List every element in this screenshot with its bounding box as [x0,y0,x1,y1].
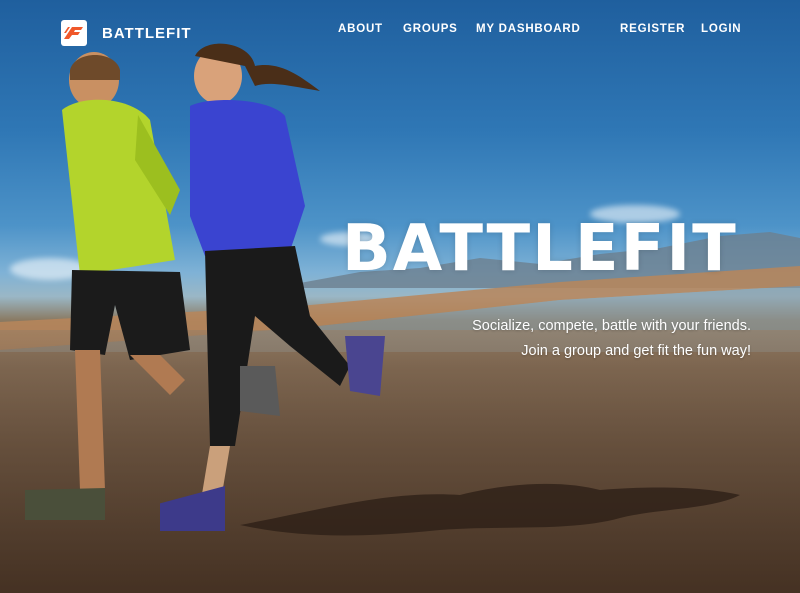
nav-links: ABOUT GROUPS MY DASHBOARD REGISTER LOGIN [0,23,800,39]
nav-about-link[interactable]: ABOUT [338,23,383,35]
hero-subtagline: Join a group and get fit the fun way! [521,343,751,359]
hero-tagline: Socialize, compete, battle with your fri… [472,318,751,334]
nav-dashboard-link[interactable]: MY DASHBOARD [476,23,581,35]
top-navigation: BATTLEFIT ABOUT GROUPS MY DASHBOARD REGI… [0,0,800,62]
hero-title: BATTLEFIT [342,212,738,286]
nav-login-link[interactable]: LOGIN [701,23,741,35]
nav-groups-link[interactable]: GROUPS [403,23,458,35]
page: BATTLEFIT ABOUT GROUPS MY DASHBOARD REGI… [0,0,800,593]
nav-register-link[interactable]: REGISTER [620,23,685,35]
